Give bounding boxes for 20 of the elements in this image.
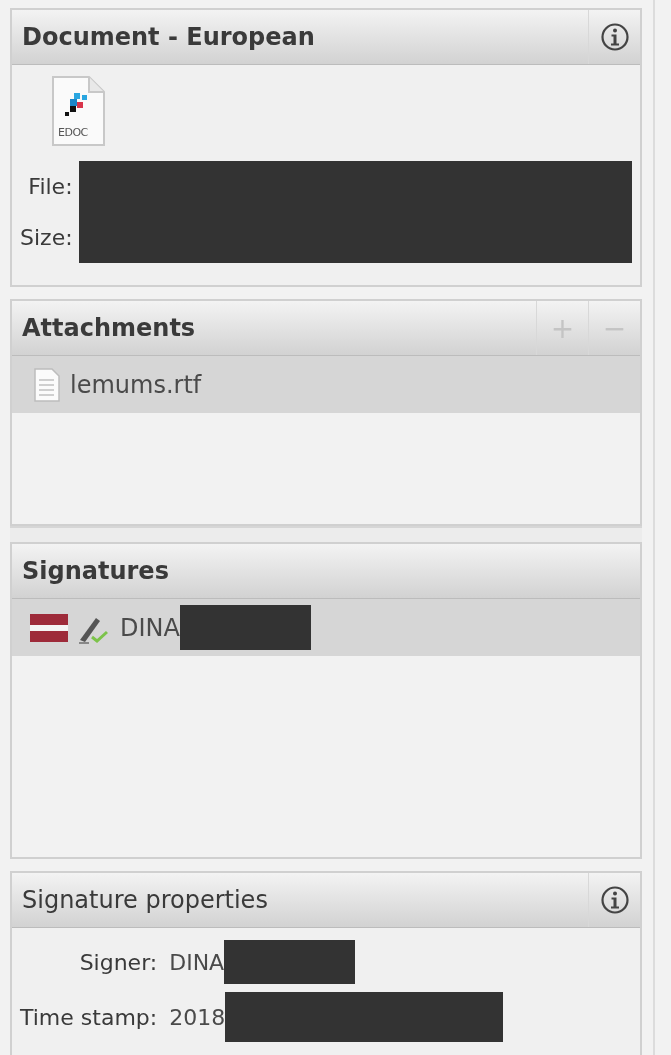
- file-name: lemums.rtf: [70, 370, 202, 399]
- signature-item[interactable]: DINA: [12, 599, 640, 656]
- field-label: File:: [27, 174, 74, 199]
- field-value: 2018: [169, 1004, 226, 1030]
- file-type-label: EDOC: [58, 126, 88, 139]
- info-icon: [599, 22, 630, 52]
- panel-title: Signatures: [22, 557, 169, 585]
- field-label: Signer:: [78, 949, 159, 975]
- field-label: Time stamp:: [20, 1004, 159, 1030]
- document-icon: [34, 367, 60, 402]
- attachment-item[interactable]: lemums.rtf: [12, 356, 640, 413]
- panel-title: Signature properties: [22, 886, 268, 914]
- field-label: Size:: [20, 225, 74, 250]
- field-value: DINA: [169, 949, 225, 975]
- info-icon: [599, 885, 630, 915]
- panel-title: Attachments: [22, 314, 196, 342]
- panel-title: Document - European: [22, 23, 315, 51]
- file-icon: [50, 75, 106, 147]
- flag-icon: [30, 613, 68, 642]
- signer-name: DINA: [120, 613, 180, 642]
